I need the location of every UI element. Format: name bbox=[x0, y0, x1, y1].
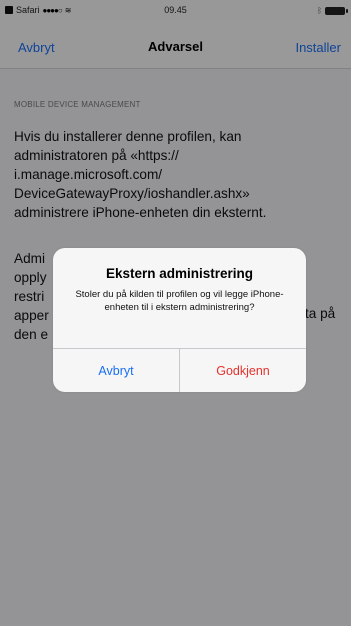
alert-message: Stoler du på kilden til profilen og vil … bbox=[75, 289, 284, 313]
alert-dialog: Ekstern administrering Stoler du på kild… bbox=[53, 248, 306, 392]
alert-cancel-button[interactable]: Avbryt bbox=[53, 349, 179, 392]
alert-approve-button[interactable]: Godkjenn bbox=[180, 349, 306, 392]
alert-title: Ekstern administrering bbox=[105, 266, 254, 281]
phone-screen: Safari ●●●●○ ︎≋ 09.45 ᛒ Avbryt Advarsel … bbox=[0, 0, 351, 626]
